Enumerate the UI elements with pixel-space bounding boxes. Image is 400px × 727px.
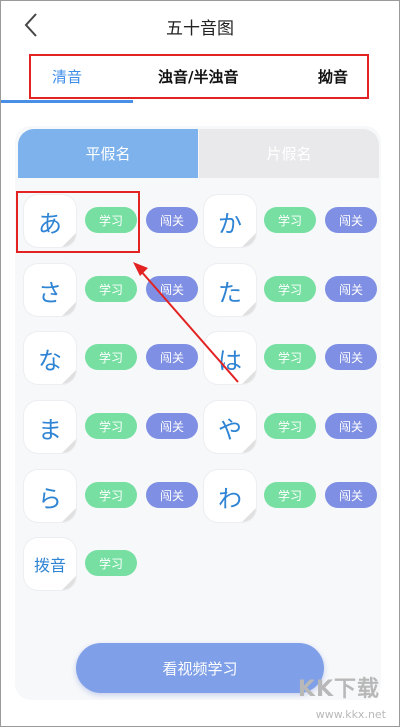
kana-cell-ra[interactable]: ら (24, 470, 76, 522)
kana-cell-ya[interactable]: や (204, 401, 256, 453)
kana-cell-ma[interactable]: ま (24, 401, 76, 453)
kana-cell-na[interactable]: な (24, 332, 76, 384)
kana-cell-a[interactable]: あ (24, 195, 76, 247)
kana-cell-sa[interactable]: さ (24, 264, 76, 316)
pass-button-a[interactable]: 闯关 (146, 207, 198, 233)
study-button-hatsuon[interactable]: 学习 (85, 550, 137, 576)
tab-seion[interactable]: 清音 (52, 66, 82, 87)
pass-button-ma[interactable]: 闯关 (146, 413, 198, 439)
study-button-wa[interactable]: 学习 (264, 482, 316, 508)
study-button-ka[interactable]: 学习 (264, 207, 316, 233)
kana-cell-wa[interactable]: わ (204, 470, 256, 522)
pass-button-na[interactable]: 闯关 (146, 344, 198, 370)
watermark-url: www.kkx.net (315, 708, 386, 721)
study-button-ta[interactable]: 学习 (264, 276, 316, 302)
pass-button-ka[interactable]: 闯关 (325, 207, 377, 233)
segment-katakana[interactable]: 片假名 (199, 129, 379, 178)
kana-cell-ka[interactable]: か (204, 195, 256, 247)
kana-cell-ha[interactable]: は (204, 332, 256, 384)
header-bar: 五十音图 (0, 0, 400, 52)
pass-button-sa[interactable]: 闯关 (146, 276, 198, 302)
study-button-sa[interactable]: 学习 (85, 276, 137, 302)
page-title: 五十音图 (166, 19, 234, 39)
tab-youon[interactable]: 拗音 (318, 66, 348, 87)
tab-dakuon[interactable]: 浊音/半浊音 (158, 66, 238, 87)
segment-hiragana[interactable]: 平假名 (18, 129, 198, 178)
study-button-ra[interactable]: 学习 (85, 482, 137, 508)
kana-cell-ta[interactable]: た (204, 264, 256, 316)
active-tab-indicator (0, 100, 133, 103)
script-segmented-control: 平假名 片假名 (18, 129, 379, 178)
pass-button-ha[interactable]: 闯关 (325, 344, 377, 370)
study-button-ha[interactable]: 学习 (264, 344, 316, 370)
pass-button-wa[interactable]: 闯关 (325, 482, 377, 508)
kana-type-tabs: 清音 浊音/半浊音 拗音 (0, 52, 400, 104)
pass-button-ya[interactable]: 闯关 (325, 413, 377, 439)
kana-cell-hatsuon[interactable]: 拨音 (24, 538, 76, 590)
pass-button-ra[interactable]: 闯关 (146, 482, 198, 508)
study-button-na[interactable]: 学习 (85, 344, 137, 370)
pass-button-ta[interactable]: 闯关 (325, 276, 377, 302)
study-button-a[interactable]: 学习 (85, 207, 137, 233)
study-button-ya[interactable]: 学习 (264, 413, 316, 439)
watermark: KK下载 www.kkx.net (274, 663, 394, 723)
watermark-logo: KK下载 (297, 677, 380, 702)
study-button-ma[interactable]: 学习 (85, 413, 137, 439)
